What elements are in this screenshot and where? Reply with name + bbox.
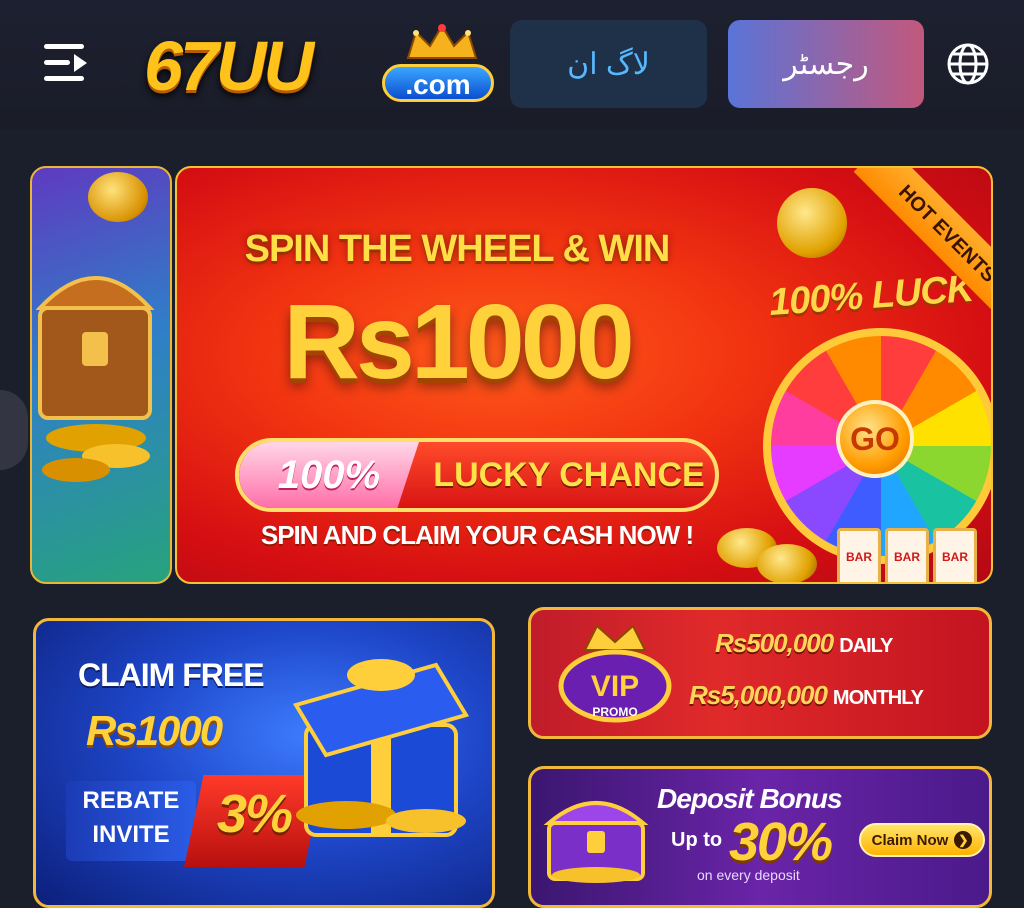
deposit-upto: Up to [671, 829, 723, 851]
vip-badge-top: VIP [591, 670, 639, 703]
vip-promo[interactable]: VIP PROMO Rs500,000 DAILY Rs5,000,000 MONT… [528, 607, 992, 739]
monthly-label: MONTHLY [832, 687, 924, 709]
treasure-chest-icon [543, 801, 649, 883]
logo-text: 67UU [144, 27, 314, 105]
treasure-chest-icon [36, 276, 155, 482]
menu-bar [44, 60, 70, 65]
rebate-label: REBATE [82, 787, 180, 814]
carousel-prev-card[interactable] [30, 166, 172, 584]
banner-amount: Rs1000 [283, 283, 634, 401]
daily-label: DAILY [839, 635, 893, 657]
coin-icon [777, 188, 847, 258]
menu-bar [44, 76, 84, 81]
menu-icon[interactable] [40, 40, 90, 86]
slot-symbol: BAR [846, 550, 872, 564]
vip-daily: Rs500,000 DAILY [715, 628, 893, 659]
monthly-amount: Rs5,000,000 [689, 680, 828, 710]
go-button[interactable]: GO [836, 400, 914, 478]
invite-label: INVITE [92, 821, 170, 848]
vip-badge-bottom: PROMO [592, 705, 637, 719]
lucky-chance-bar: 100% LUCKY CHANCE [235, 438, 719, 512]
deposit-percent: 30% [729, 812, 833, 872]
slot-symbol: BAR [942, 550, 968, 564]
lucky-percent: 100% [239, 442, 419, 508]
claim-free-promo[interactable]: CLAIM FREE Rs1000 REBATE INVITE 3% [33, 618, 495, 908]
claim-now-label: Claim Now [871, 831, 949, 849]
globe-icon[interactable] [945, 41, 991, 87]
carousel-prev-button[interactable] [0, 390, 28, 470]
deposit-bonus-promo[interactable]: Deposit Bonus Up to 30% on every deposit… [528, 766, 992, 908]
coin-icon [88, 172, 148, 222]
login-button[interactable]: لاگ ان [510, 20, 707, 108]
daily-amount: Rs500,000 [715, 628, 834, 658]
slot-reel: BAR [837, 528, 881, 582]
arrow-right-icon: ❯ [954, 831, 973, 849]
lucky-label: LUCKY CHANCE [433, 456, 705, 494]
claim-title: CLAIM FREE [78, 657, 265, 693]
vip-crown-badge: VIP PROMO [558, 624, 672, 723]
slot-symbol: BAR [894, 550, 920, 564]
rebate-invite-box: REBATE INVITE [66, 781, 196, 861]
menu-arrow [74, 54, 87, 72]
menu-bar [44, 44, 84, 49]
site-logo[interactable]: 67UU .com [140, 22, 500, 108]
claim-now-button[interactable]: Claim Now ❯ [859, 823, 985, 857]
vip-monthly: Rs5,000,000 MONTHLY [689, 680, 924, 711]
gift-box-icon [292, 659, 470, 837]
spin-wheel-banner[interactable]: SPIN THE WHEEL & WIN Rs1000 100% LUCKY C… [175, 166, 993, 584]
banner-subtitle: SPIN AND CLAIM YOUR CASH NOW ! [260, 520, 694, 550]
slot-reel: BAR [885, 528, 929, 582]
promo-carousel[interactable]: SPIN THE WHEEL & WIN Rs1000 100% LUCKY C… [0, 160, 1024, 590]
deposit-note: on every deposit [697, 867, 800, 883]
logo-suffix: .com [382, 64, 494, 102]
register-button[interactable]: رجسٹر [728, 20, 924, 108]
slot-reel: BAR [933, 528, 977, 582]
header: 67UU .com لاگ ان رجسٹر [0, 0, 1024, 130]
banner-title: SPIN THE WHEEL & WIN [244, 228, 671, 270]
claim-amount: Rs1000 [86, 707, 223, 754]
crown-icon [406, 24, 478, 59]
